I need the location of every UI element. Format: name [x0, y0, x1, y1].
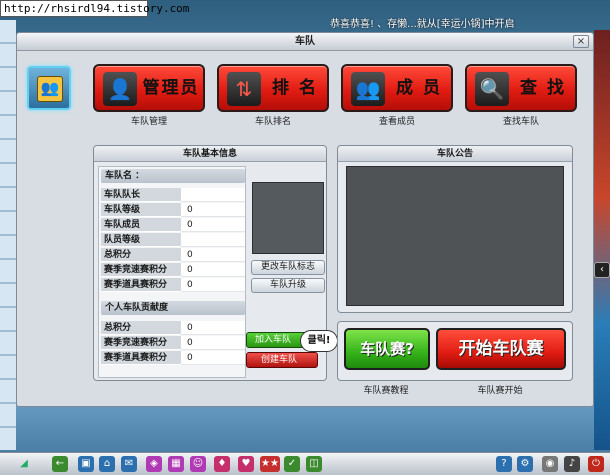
crew-window: 车队 × 👥 👤 管理员 车队管理 ⇅ 排 名 车队排名 👥 成 员 查看成员 …: [16, 32, 594, 407]
ranking-button-label: 排 名: [272, 78, 318, 98]
row-value: 0: [181, 336, 245, 350]
crew-emblem-icon: 👥: [27, 66, 71, 110]
search-crew-button[interactable]: 🔍 查 找: [465, 64, 577, 112]
taskbar-logo-icon[interactable]: ◢: [16, 456, 32, 472]
background-right-strip: [594, 30, 610, 450]
power-icon[interactable]: ⏻: [588, 456, 604, 472]
row-label: 队员等级: [101, 233, 181, 247]
row-value: 0: [181, 321, 245, 335]
ranking-button[interactable]: ⇅ 排 名: [217, 64, 329, 112]
table-row: 赛季道具赛积分 0: [101, 278, 245, 293]
notice-marquee: 恭喜恭喜! 、存懒...就从[幸运小锅]中开启: [330, 19, 515, 30]
table-row: 总积分 0: [101, 248, 245, 263]
row-label: 赛季道具赛积分: [101, 278, 181, 292]
row-label: 车队成员: [101, 218, 181, 232]
friends-icon[interactable]: ☺: [190, 456, 206, 472]
table-row: 赛季竞速赛积分 0: [101, 263, 245, 278]
crew-emblem-preview: [252, 182, 324, 254]
row-label: 赛季道具赛积分: [101, 351, 181, 365]
create-crew-button[interactable]: 创建车队: [246, 352, 318, 368]
crew-info-title: 车队基本信息: [94, 146, 326, 162]
back-arrow-icon[interactable]: ←: [52, 456, 68, 472]
row-value: 0: [181, 278, 245, 292]
manager-button[interactable]: 👤 管理员: [93, 64, 205, 112]
crew-notice-title: 车队公告: [338, 146, 572, 162]
row-label: 车队等级: [101, 203, 181, 217]
table-row: 车队队长: [101, 188, 245, 203]
ranking-caption: 车队排名: [254, 117, 291, 127]
row-value: 0: [181, 203, 245, 217]
mail-icon[interactable]: ✉: [121, 456, 137, 472]
crew-match-panel: 车队赛? 开始车队赛: [337, 321, 573, 381]
garage-icon[interactable]: ◫: [306, 456, 322, 472]
match-tutorial-button[interactable]: 车队赛?: [344, 328, 430, 370]
group-icon: 👥: [351, 72, 385, 106]
personal-contribution-title: 个人车队贡献度: [101, 301, 245, 315]
search-button-label: 查 找: [520, 78, 566, 98]
change-emblem-button[interactable]: 更改车队标志: [251, 260, 325, 275]
members-caption: 查看成员: [378, 117, 415, 127]
row-value: 0: [181, 248, 245, 262]
help-icon[interactable]: ?: [496, 456, 512, 472]
crew-info-table: 车队名 ： 车队队长 车队等级 0 车队成员 0 队员等级 总积分 0 赛季竞速赛积分…: [98, 166, 246, 378]
calendar-icon[interactable]: ▦: [168, 456, 184, 472]
person-icon: 👤: [103, 72, 137, 106]
row-label: 赛季竞速赛积分: [101, 263, 181, 277]
table-row: 总积分 0: [101, 321, 245, 336]
start-match-caption: 车队赛开始: [477, 386, 523, 396]
members-button[interactable]: 👥 成 员: [341, 64, 453, 112]
row-value: [181, 233, 245, 247]
row-value: 0: [181, 263, 245, 277]
sound-icon[interactable]: ♪: [564, 456, 580, 472]
manager-caption: 车队管理: [130, 117, 167, 127]
upgrade-crew-button[interactable]: 车队升级: [251, 278, 325, 293]
row-label: 赛季竞速赛积分: [101, 336, 181, 350]
members-button-label: 成 员: [396, 78, 442, 98]
crew-notice-area: [346, 166, 564, 306]
background-left-strip: [0, 20, 16, 450]
row-label: 总积分: [101, 321, 181, 335]
start-match-button[interactable]: 开始车队赛: [436, 328, 566, 370]
match-tutorial-caption: 车队赛教程: [363, 386, 409, 396]
url-watermark: http://rhsirdl94.tistory.com: [0, 0, 189, 17]
table-row: 赛季道具赛积分 0: [101, 351, 245, 366]
event-icon[interactable]: ◈: [146, 456, 162, 472]
crew-name-label: 车队名 ：: [101, 169, 245, 183]
row-label: 总积分: [101, 248, 181, 262]
magnifier-icon: 🔍: [475, 72, 509, 106]
crew-info-panel: 车队基本信息 车队名 ： 车队队长 车队等级 0 车队成员 0 队员等级 总积分 0 …: [93, 145, 338, 381]
table-row: 赛季竞速赛积分 0: [101, 336, 245, 351]
achievement-icon[interactable]: ✓: [284, 456, 300, 472]
stars-icon[interactable]: ★★: [260, 456, 280, 472]
click-tooltip: 클릭!: [300, 330, 338, 352]
manager-button-label: 管理员: [142, 78, 200, 98]
camera-icon[interactable]: ◉: [542, 456, 558, 472]
close-button[interactable]: ×: [573, 35, 589, 48]
game-taskbar: ◢ ← ▣ ⌂ ✉ ◈ ▦ ☺ ♦ ♥ ★★ ✓ ◫ ? ⚙ ◉ ♪ ⏻: [0, 452, 610, 475]
row-value: 0: [181, 351, 245, 365]
row-value: 0: [181, 218, 245, 232]
home-icon[interactable]: ⌂: [99, 456, 115, 472]
heart-icon[interactable]: ♥: [238, 456, 254, 472]
settings-icon[interactable]: ⚙: [517, 456, 533, 472]
table-row: 车队成员 0: [101, 218, 245, 233]
row-value: [181, 188, 245, 202]
gift-icon[interactable]: ♦: [214, 456, 230, 472]
shop-icon[interactable]: ▣: [78, 456, 94, 472]
search-caption: 查找车队: [502, 117, 539, 127]
side-expand-icon[interactable]: ‹: [594, 262, 610, 278]
row-label: 车队队长: [101, 188, 181, 202]
crew-notice-panel: 车队公告: [337, 145, 573, 313]
up-down-arrows-icon: ⇅: [227, 72, 261, 106]
table-row: 队员等级: [101, 233, 245, 248]
window-title: 车队: [17, 33, 593, 51]
table-row: 车队等级 0: [101, 203, 245, 218]
